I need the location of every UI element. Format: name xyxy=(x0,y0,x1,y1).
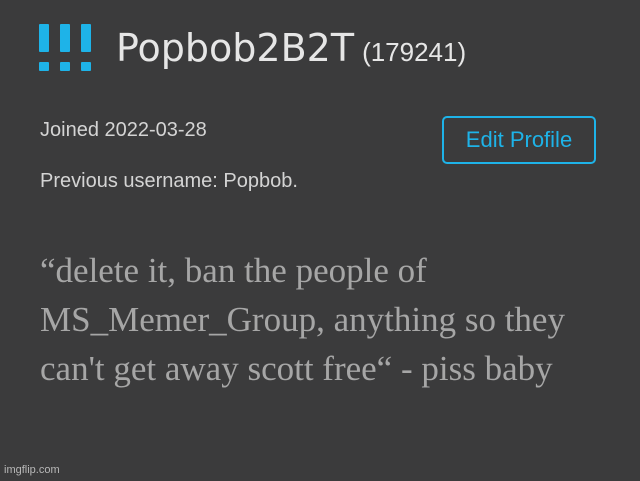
logo-dot xyxy=(81,62,91,71)
profile-quote: “delete it, ban the people of MS_Memer_G… xyxy=(40,251,565,388)
exclamation-logo-icon xyxy=(39,24,95,72)
previous-username: Previous username: Popbob. xyxy=(40,170,298,192)
edit-profile-button[interactable]: Edit Profile xyxy=(442,116,596,164)
username: Popbob2B2T xyxy=(116,26,355,70)
user-id: (179241) xyxy=(362,37,467,67)
logo-bar xyxy=(60,24,70,52)
logo-bar xyxy=(39,24,49,52)
joined-date: Joined 2022-03-28 xyxy=(40,119,207,141)
username-heading: Popbob2B2T (179241) xyxy=(116,24,466,76)
logo-dot xyxy=(39,62,49,71)
logo-dot xyxy=(60,62,70,71)
logo-bar xyxy=(81,24,91,52)
imgflip-watermark: imgflip.com xyxy=(4,464,60,476)
